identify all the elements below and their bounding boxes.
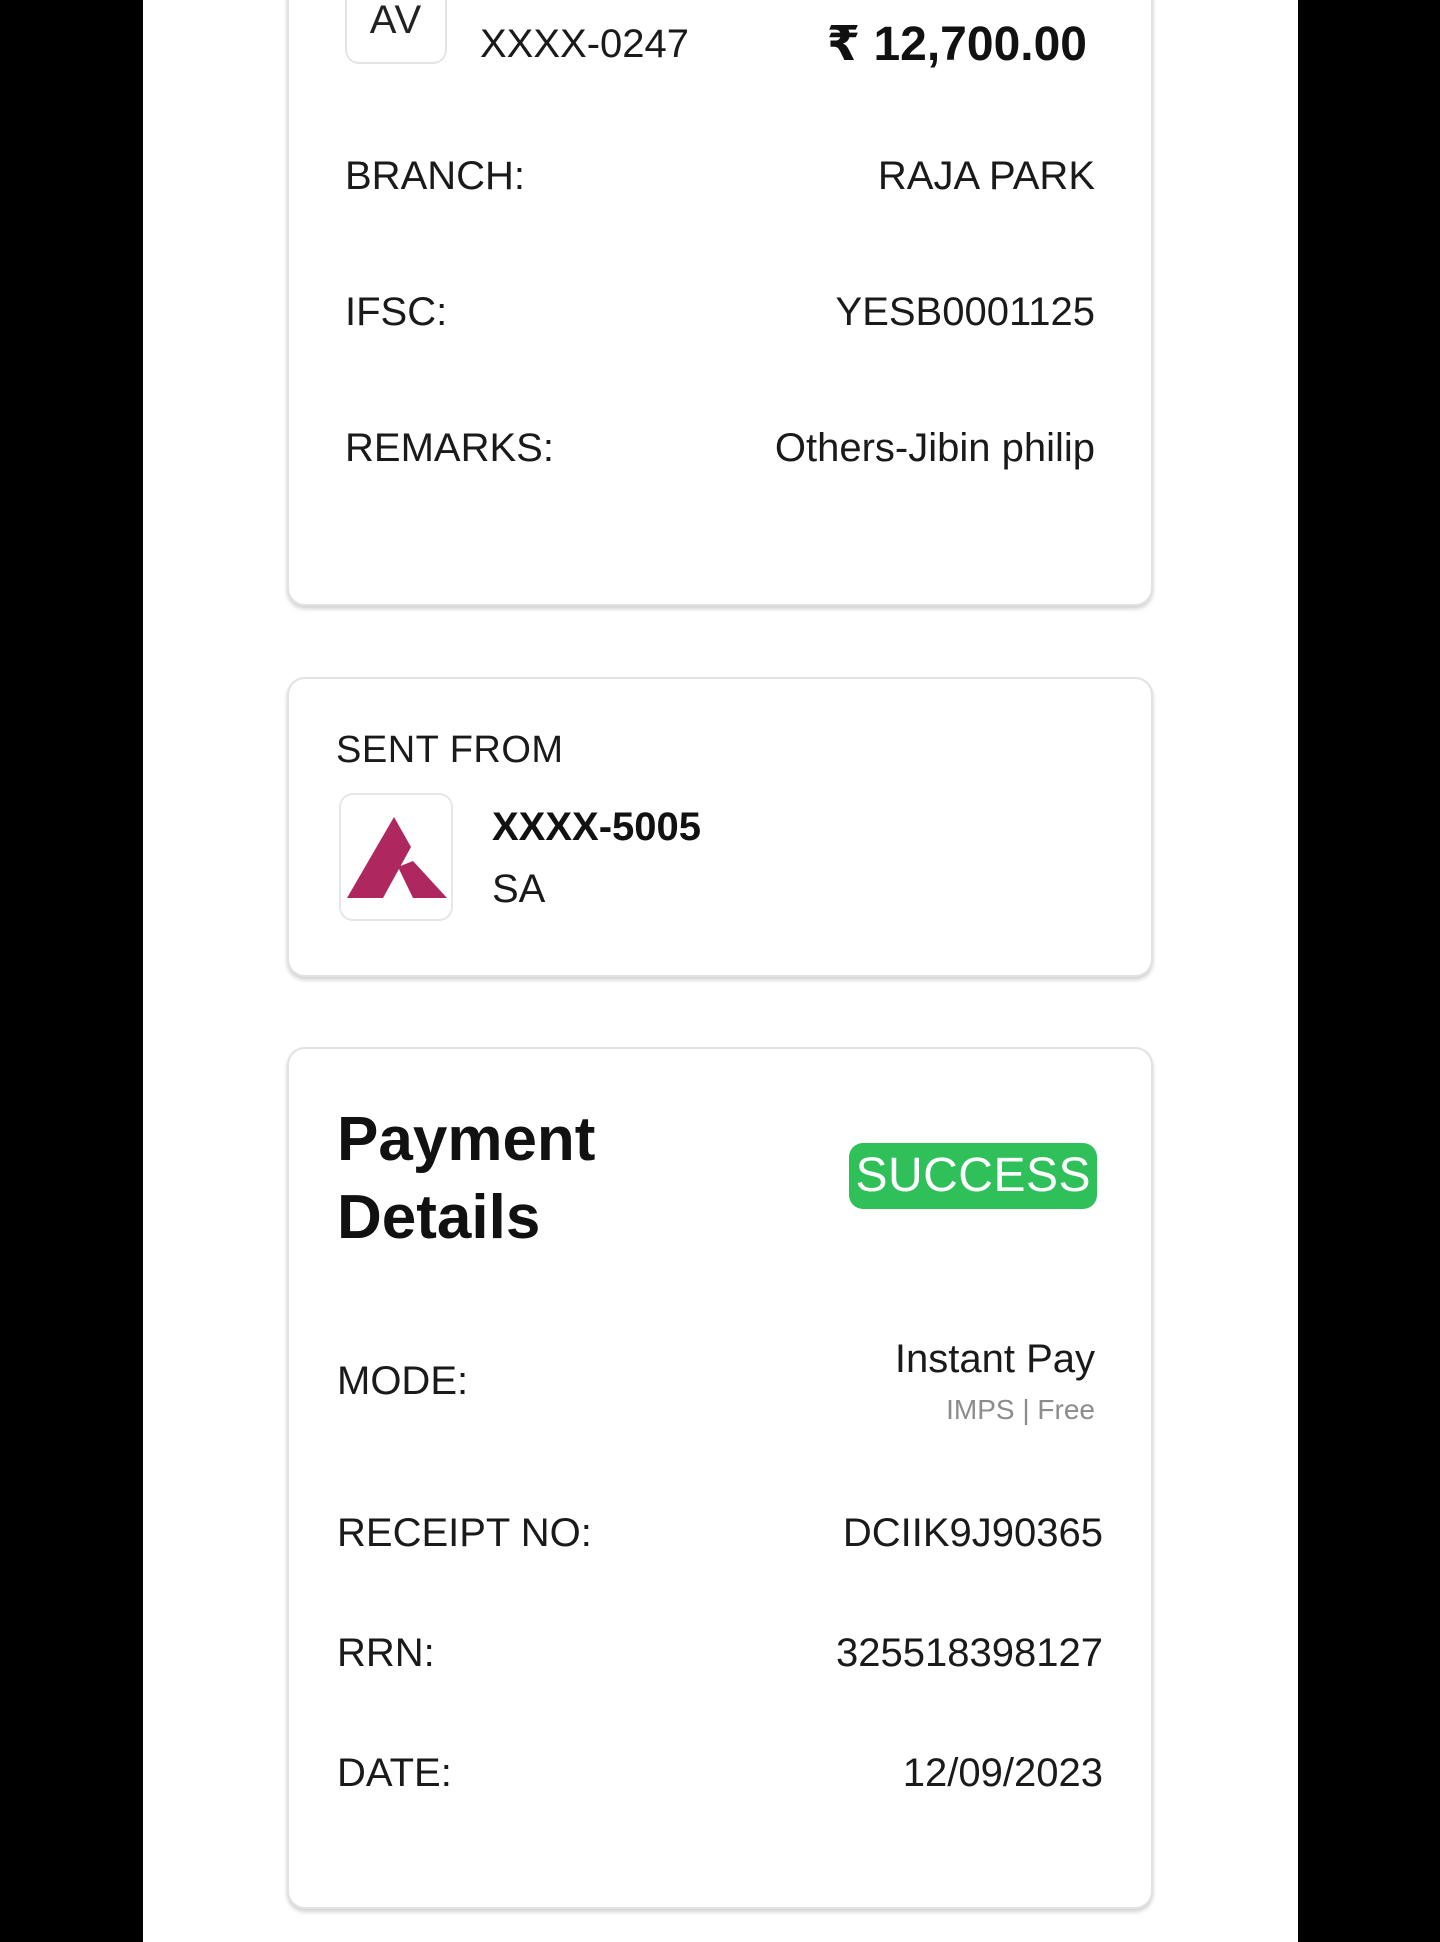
payment-details-title: Payment Details	[337, 1101, 595, 1257]
bank-logo-icon	[347, 817, 447, 898]
ifsc-label: IFSC:	[345, 290, 448, 334]
mode-label: MODE:	[337, 1359, 469, 1403]
rrn-value: 325518398127	[836, 1631, 1103, 1675]
branch-label: BRANCH:	[345, 154, 526, 198]
payee-card: AV XXXX-0247 ₹ 12,700.00 BRANCH: RAJA PA…	[287, 0, 1153, 606]
sent-from-title: SENT FROM	[336, 729, 564, 771]
ifsc-value: YESB0001125	[835, 290, 1095, 334]
mode-value: Instant Pay	[894, 1337, 1095, 1381]
payee-avatar: AV	[345, 0, 447, 64]
date-label: DATE:	[337, 1751, 452, 1795]
payee-account-number: XXXX-0247	[480, 22, 690, 66]
source-account-type: SA	[492, 867, 546, 911]
rrn-label: RRN:	[337, 1631, 435, 1675]
payment-details-title-line1: Payment	[337, 1105, 596, 1174]
remarks-value: Others-Jibin philip	[774, 426, 1095, 470]
status-badge: SUCCESS	[849, 1143, 1097, 1209]
receipt-screen: AV XXXX-0247 ₹ 12,700.00 BRANCH: RAJA PA…	[143, 0, 1298, 1942]
sent-from-card: SENT FROM XXXX-5005 SA	[287, 677, 1153, 977]
source-account-number: XXXX-5005	[492, 805, 702, 849]
receipt-no-label: RECEIPT NO:	[337, 1511, 592, 1555]
payee-avatar-initials: AV	[369, 0, 423, 42]
receipt-no-value: DCIIK9J90365	[842, 1511, 1103, 1555]
transfer-amount: ₹ 12,700.00	[826, 18, 1087, 71]
branch-value: RAJA PARK	[877, 154, 1095, 198]
date-value: 12/09/2023	[902, 1751, 1103, 1795]
remarks-label: REMARKS:	[345, 426, 554, 470]
payment-details-card: Payment Details SUCCESS MODE: Instant Pa…	[287, 1047, 1153, 1909]
bank-logo	[339, 793, 453, 921]
payment-details-title-line2: Details	[337, 1183, 541, 1252]
mode-subtext: IMPS | Free	[946, 1394, 1095, 1425]
